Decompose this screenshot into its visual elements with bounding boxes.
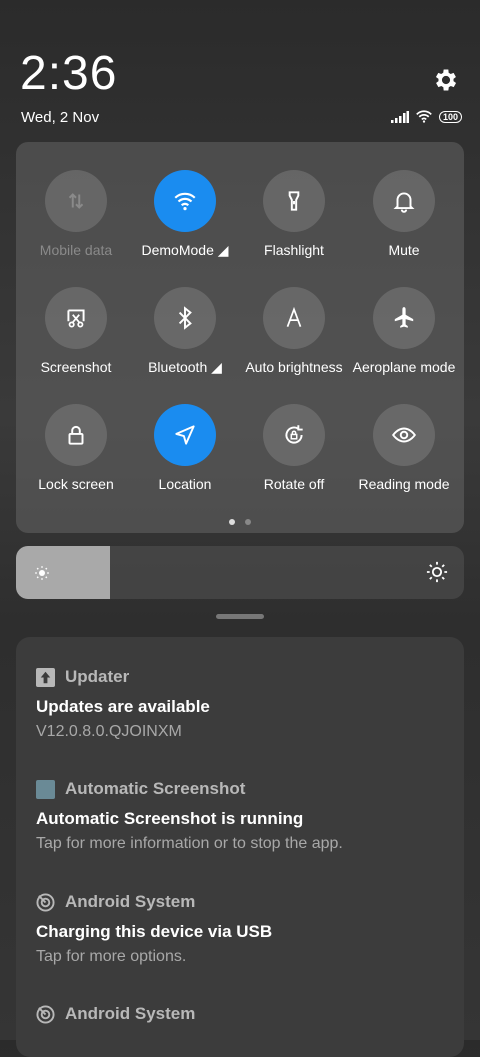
brightness-slider[interactable] xyxy=(16,546,464,599)
brightness-fill xyxy=(16,546,111,599)
notification-text: Tap for more information or to stop the … xyxy=(36,835,343,852)
tile-button[interactable] xyxy=(45,170,107,232)
notification-app-name: Automatic Screenshot xyxy=(65,779,246,798)
screenshot-icon xyxy=(67,309,85,328)
lock-icon xyxy=(68,425,84,445)
tile-button[interactable] xyxy=(45,404,107,466)
tile-button[interactable] xyxy=(154,287,216,349)
notification-updater[interactable]: Updater Updates are available V12.0.8.0.… xyxy=(36,667,210,741)
tile-label: Aeroplane mode xyxy=(352,359,456,375)
flashlight-icon xyxy=(288,191,300,211)
tile-label: Auto brightness xyxy=(245,359,343,375)
tile-label: Flashlight xyxy=(264,242,324,258)
tile-button[interactable] xyxy=(263,404,325,466)
date: Wed, 2 Nov xyxy=(21,109,100,126)
battery-indicator: 100 xyxy=(438,110,462,123)
tile-button[interactable] xyxy=(154,404,216,466)
page-dot-active xyxy=(229,519,235,525)
tile-button[interactable] xyxy=(45,287,107,349)
notification-text: V12.0.8.0.QJOINXM xyxy=(36,723,182,740)
gear-icon[interactable] xyxy=(432,66,460,94)
tile-button[interactable] xyxy=(154,170,216,232)
tile-button[interactable] xyxy=(263,170,325,232)
airplane-icon xyxy=(394,307,414,328)
notification-app-name: Android System xyxy=(65,1004,196,1023)
tile-bell[interactable]: Mute xyxy=(349,170,459,258)
auto-brightness-icon xyxy=(286,306,302,327)
notification-app-name: Android System xyxy=(65,892,196,911)
eye-icon xyxy=(391,427,417,443)
tile-rotate-lock[interactable]: Rotate off xyxy=(239,404,349,492)
tile-label: Mute xyxy=(388,242,420,258)
wifi-icon xyxy=(174,192,196,211)
tile-auto-brightness[interactable]: Auto brightness xyxy=(239,287,349,375)
tile-label: Rotate off xyxy=(263,476,325,492)
bell-icon xyxy=(393,192,415,213)
tile-button[interactable] xyxy=(373,170,435,232)
brightness-high-icon xyxy=(426,561,448,583)
notification-screenshot[interactable]: Automatic Screenshot Automatic Screensho… xyxy=(36,779,343,853)
tile-eye[interactable]: Reading mode xyxy=(349,404,459,492)
notification-title: Charging this device via USB xyxy=(36,922,273,941)
quick-settings-panel: Mobile data DemoMode ◢ Flashlight Mute Scree… xyxy=(16,142,464,533)
clock: 2:36 xyxy=(20,47,118,100)
updater-icon xyxy=(36,667,55,687)
notification-title: Updates are available xyxy=(36,697,210,716)
notification-text: Tap for more options. xyxy=(36,948,187,965)
tile-button[interactable] xyxy=(373,404,435,466)
signal-icon xyxy=(390,110,409,123)
tile-label: Screenshot xyxy=(40,359,112,375)
brightness-low-icon xyxy=(35,566,49,580)
tile-label: Location xyxy=(158,476,212,492)
notification-android-usb[interactable]: Android System Charging this device via … xyxy=(36,892,272,966)
page-indicator xyxy=(16,519,464,525)
tile-label: Lock screen xyxy=(38,476,114,492)
location-icon xyxy=(175,425,195,445)
rotate-lock-icon xyxy=(285,425,303,444)
bluetooth-icon xyxy=(178,306,192,330)
drag-handle[interactable] xyxy=(216,614,264,619)
tile-button[interactable] xyxy=(373,287,435,349)
tile-label: Bluetooth ◢ xyxy=(148,359,222,375)
android-system-icon xyxy=(36,1004,55,1024)
tile-wifi[interactable]: DemoMode ◢ xyxy=(130,170,240,259)
android-system-icon xyxy=(36,892,55,912)
tile-flashlight[interactable]: Flashlight xyxy=(239,170,349,258)
tile-screenshot[interactable]: Screenshot xyxy=(21,287,131,375)
tile-mobile-data[interactable]: Mobile data xyxy=(21,170,131,258)
tile-label: Reading mode xyxy=(358,476,450,492)
tile-button[interactable] xyxy=(263,287,325,349)
status-icons: 100 xyxy=(390,110,462,123)
page-dot xyxy=(245,519,251,525)
notification-app-name: Updater xyxy=(65,667,130,686)
wifi-status-icon xyxy=(416,110,432,123)
mobile-data-icon xyxy=(68,193,84,209)
tile-lock[interactable]: Lock screen xyxy=(21,404,131,492)
tile-label: Mobile data xyxy=(39,242,113,258)
notification-title: Automatic Screenshot is running xyxy=(36,809,304,828)
notification-android-system[interactable]: Android System xyxy=(36,1004,195,1024)
automatic-screenshot-icon xyxy=(36,779,55,799)
tile-airplane[interactable]: Aeroplane mode xyxy=(349,287,459,375)
tile-label: DemoMode ◢ xyxy=(141,242,229,258)
tile-location[interactable]: Location xyxy=(130,404,240,492)
tile-bluetooth[interactable]: Bluetooth ◢ xyxy=(130,287,240,376)
notification-panel: Updater Updates are available V12.0.8.0.… xyxy=(16,637,464,1057)
